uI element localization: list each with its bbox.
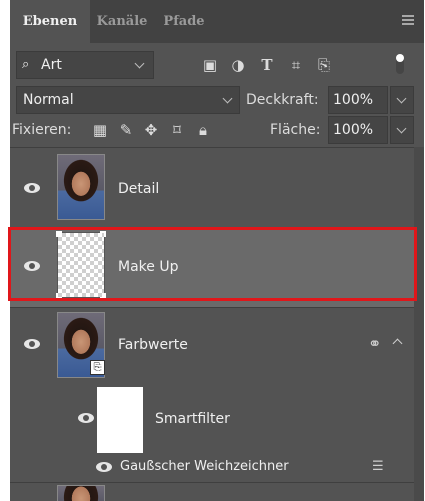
- visibility-eye-icon[interactable]: [24, 183, 40, 193]
- blend-row: Normal Deckkraft: 100%: [10, 86, 424, 114]
- lock-label: Fixieren:: [12, 122, 72, 138]
- layer-thumbnail: [57, 485, 105, 501]
- smartfilter-row[interactable]: Smartfilter: [10, 387, 424, 455]
- filter-blending-options-icon[interactable]: ☰: [372, 459, 384, 474]
- chevron-up-icon[interactable]: [392, 338, 403, 349]
- fill-input[interactable]: 100%: [328, 116, 388, 144]
- lock-all-icon[interactable]: 🔒︎: [193, 116, 213, 144]
- tab-kanaele[interactable]: Kanäle: [90, 0, 154, 43]
- panel-menu-icon[interactable]: [402, 15, 414, 25]
- visibility-eye-icon[interactable]: [96, 462, 112, 472]
- tab-pfade[interactable]: Pfade: [154, 0, 214, 43]
- filter-kind-select[interactable]: ⌕ Art: [16, 51, 154, 79]
- layer-name: Farbwerte: [118, 337, 188, 353]
- smartobject-filter-icon[interactable]: ⎘: [314, 51, 334, 79]
- image-filter-icon[interactable]: ▣: [200, 51, 220, 79]
- blend-mode-select[interactable]: Normal: [16, 86, 240, 114]
- selection-highlight-box: [8, 227, 417, 301]
- filter-toggle-icon[interactable]: [396, 54, 404, 74]
- shape-filter-icon[interactable]: ⌗: [286, 51, 306, 79]
- filter-row: ⌕ Art ▣ ◑ T ⌗ ⎘: [10, 51, 424, 79]
- smartobject-badge-icon: ⎘: [90, 360, 105, 375]
- lock-position-icon[interactable]: ✥: [141, 116, 161, 144]
- opacity-input[interactable]: 100%: [328, 86, 388, 114]
- filter-effect-row[interactable]: Gaußscher Weichzeichner ☰: [10, 455, 424, 481]
- panel-scrollbar[interactable]: [414, 147, 424, 501]
- opacity-dropdown[interactable]: [390, 86, 414, 114]
- filter-kind-value: Art: [41, 57, 62, 73]
- visibility-eye-icon[interactable]: [24, 339, 40, 349]
- blend-mode-value: Normal: [23, 92, 74, 108]
- layer-thumbnail: [57, 154, 105, 220]
- chevron-down-icon: [396, 123, 407, 134]
- opacity-label: Deckkraft:: [246, 92, 319, 108]
- chevron-down-icon: [222, 93, 233, 104]
- filter-name: Gaußscher Weichzeichner: [120, 459, 289, 474]
- search-icon: ⌕: [22, 57, 30, 72]
- lock-artboard-icon[interactable]: ⌑: [167, 116, 187, 144]
- smart-filter-options-icon[interactable]: ⚭: [368, 334, 381, 353]
- smartfilter-label: Smartfilter: [155, 411, 230, 427]
- chevron-down-icon: [396, 93, 407, 104]
- lock-pixels-icon[interactable]: ✎: [116, 116, 136, 144]
- chevron-down-icon: [134, 58, 145, 69]
- lock-transparency-icon[interactable]: ▦: [90, 116, 110, 144]
- type-filter-icon[interactable]: T: [257, 51, 277, 79]
- panel-tabs: Ebenen Kanäle Pfade: [10, 0, 424, 43]
- layer-row[interactable]: ⎘ Farbwerte ⚭: [10, 307, 424, 387]
- layer-row[interactable]: Detail: [10, 147, 424, 227]
- fill-dropdown[interactable]: [390, 116, 414, 144]
- fill-label: Fläche:: [270, 122, 321, 138]
- visibility-eye-icon[interactable]: [78, 413, 94, 423]
- smartfilter-mask-thumbnail: [97, 387, 143, 453]
- adjustment-filter-icon[interactable]: ◑: [228, 51, 248, 79]
- lock-row: Fixieren: ▦ ✎ ✥ ⌑ 🔒︎ Fläche: 100%: [10, 116, 424, 144]
- layer-name: Detail: [118, 181, 160, 197]
- tab-ebenen[interactable]: Ebenen: [10, 0, 90, 43]
